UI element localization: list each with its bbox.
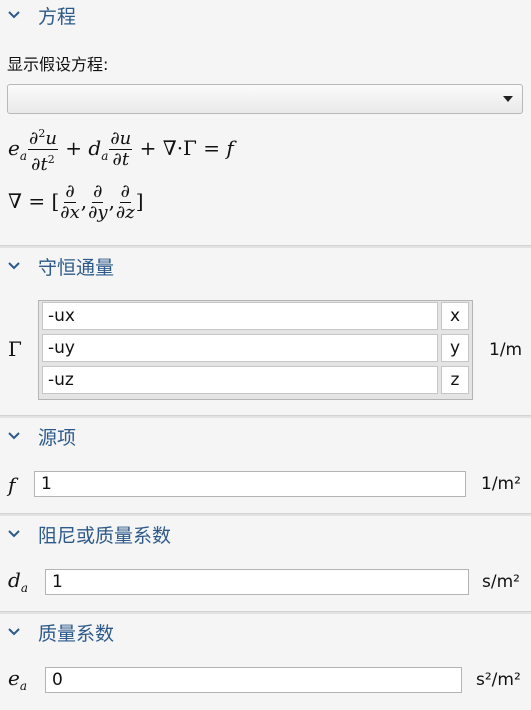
chevron-down-icon[interactable] [7,259,21,273]
divider [0,415,531,418]
section-header-damping[interactable]: 阻尼或质量系数 [0,520,531,548]
section-header-source[interactable]: 源项 [0,422,531,450]
chevron-down-icon[interactable] [7,429,21,443]
nabla-definition: ∇ = [∂ ∂x, ∂ ∂y, ∂ ∂z] [8,181,144,223]
component-label: x [441,302,469,330]
chevron-down-icon[interactable] [7,625,21,639]
flux-matrix: -ux x -uy y -uz z [38,300,473,400]
damping-symbol-base: d [8,568,21,592]
divider [0,245,531,248]
flux-z-input[interactable]: -uz [42,366,438,394]
chevron-down-icon[interactable] [7,8,21,22]
matrix-row: -uy y [40,333,471,363]
damping-unit: s/m² [482,572,520,592]
divider [0,611,531,614]
source-term-input[interactable]: 1 [34,471,466,497]
matrix-row: -ux x [40,301,471,331]
flux-y-input[interactable]: -uy [42,334,438,362]
section-title: 源项 [38,426,77,449]
pde-equation: ea ∂2u ∂t2 + da ∂u ∂t + ∇·Γ = f [8,124,234,175]
matrix-row: -uz z [40,365,471,395]
flux-symbol: Γ [8,337,22,361]
section-title: 守恒通量 [38,256,115,279]
component-label: y [441,334,469,362]
section-header-equation[interactable]: 方程 [0,1,531,29]
chevron-down-icon[interactable] [7,527,21,541]
section-header-mass[interactable]: 质量系数 [0,618,531,646]
show-equation-label: 显示假设方程: [7,55,109,74]
flux-unit: 1/m [489,340,523,360]
damping-coefficient-input[interactable]: 1 [45,569,469,595]
mass-symbol: ea [8,666,27,693]
mass-symbol-subscript: a [19,679,27,693]
source-symbol: f [8,473,16,497]
mass-coefficient-input[interactable]: 0 [45,667,462,693]
flux-x-input[interactable]: -ux [42,302,438,330]
section-title: 质量系数 [38,622,115,645]
section-title: 阻尼或质量系数 [38,524,172,547]
section-title: 方程 [38,5,77,28]
section-header-conservative-flux[interactable]: 守恒通量 [0,252,531,280]
damping-symbol: da [8,568,28,595]
mass-symbol-base: e [8,666,20,690]
mass-unit: s²/m² [476,670,521,690]
divider [0,513,531,516]
equation-display-select[interactable] [7,84,523,114]
component-label: z [441,366,469,394]
damping-symbol-subscript: a [20,581,28,595]
dropdown-arrow-icon[interactable] [503,96,513,102]
source-unit: 1/m² [481,474,521,494]
